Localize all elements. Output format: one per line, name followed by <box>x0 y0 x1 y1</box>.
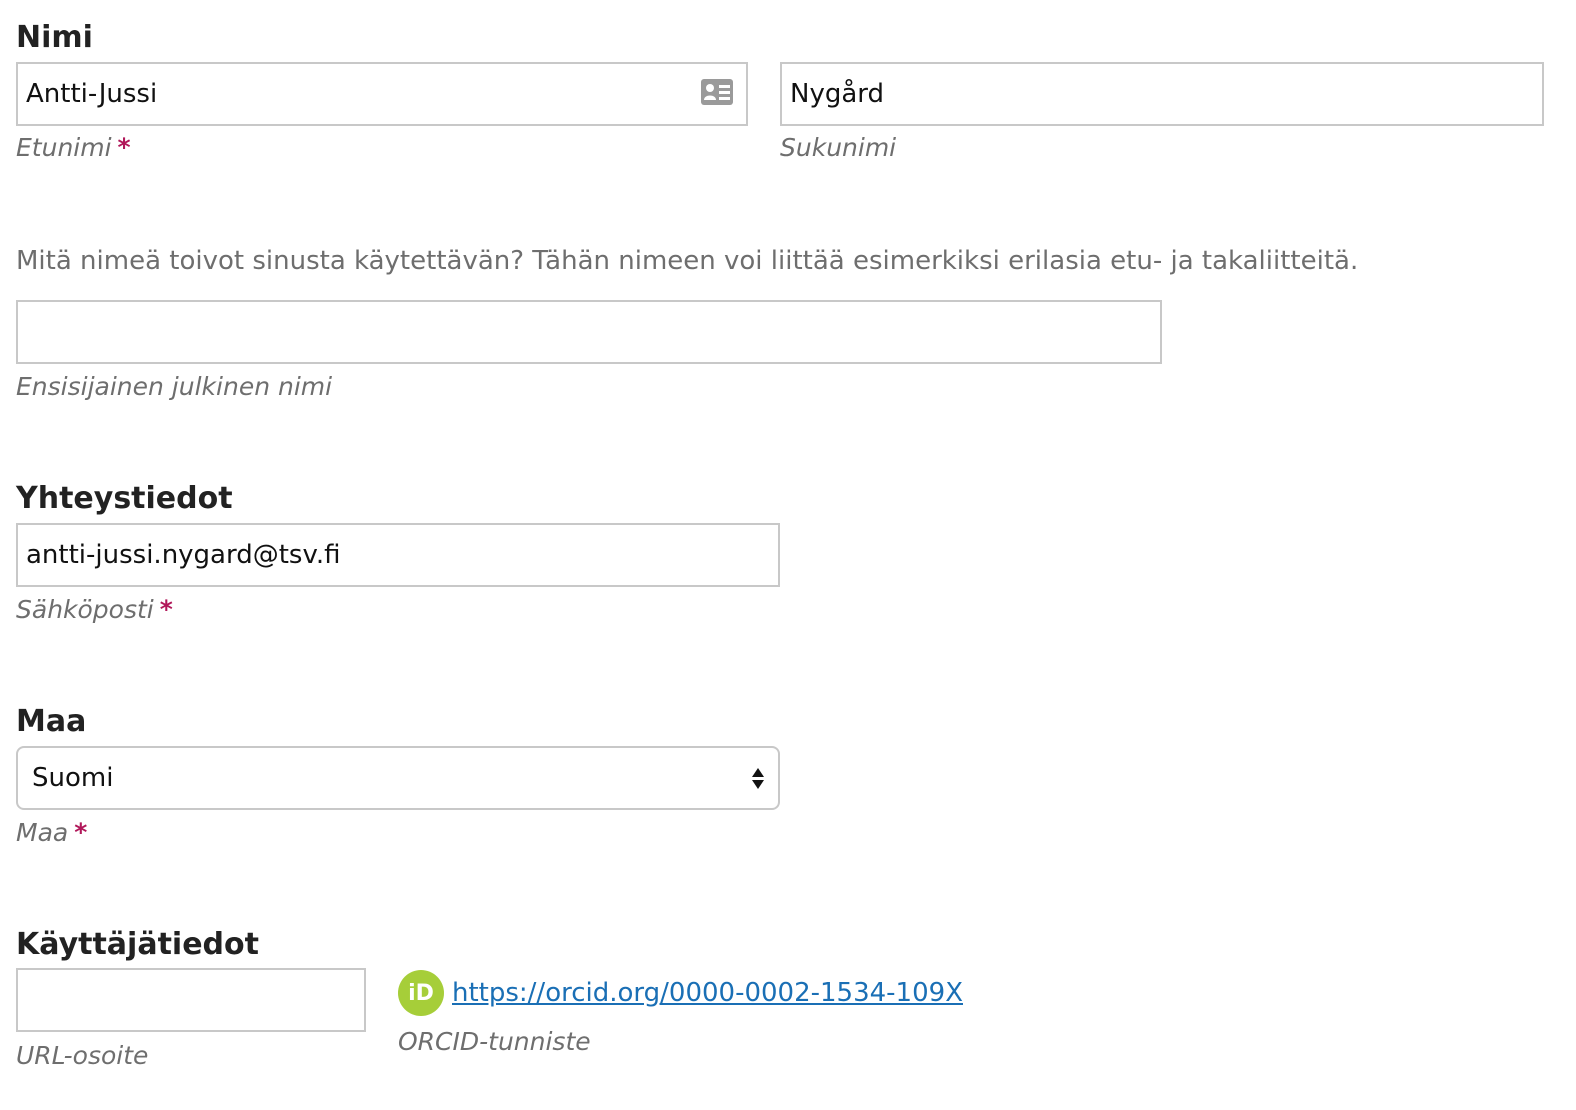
first-name-wrapper <box>16 62 748 126</box>
required-marker: * <box>159 595 173 624</box>
email-hint-text: Sähköposti <box>16 595 154 624</box>
sort-arrows-icon <box>752 767 764 789</box>
first-name-input[interactable] <box>16 62 748 126</box>
orcid-row: iD https://orcid.org/0000-0002-1534-109X <box>398 970 963 1016</box>
orcid-link[interactable]: https://orcid.org/0000-0002-1534-109X <box>452 978 963 1008</box>
email-input[interactable] <box>16 523 780 587</box>
orcid-hint: ORCID-tunniste <box>398 1027 591 1056</box>
country-hint-text: Maa <box>16 818 69 847</box>
orcid-icon: iD <box>398 970 444 1016</box>
country-select[interactable]: Suomi <box>16 746 780 810</box>
first-name-hint: Etunimi * <box>16 132 131 164</box>
email-hint: Sähköposti * <box>16 594 173 626</box>
preferred-name-input[interactable] <box>16 300 1162 364</box>
heading-nimi: Nimi <box>16 20 93 55</box>
heading-yhteystiedot: Yhteystiedot <box>16 481 233 516</box>
required-marker: * <box>117 133 131 162</box>
last-name-input[interactable] <box>780 62 1544 126</box>
url-input[interactable] <box>16 968 366 1032</box>
preferred-name-hint: Ensisijainen julkinen nimi <box>16 372 333 401</box>
heading-maa: Maa <box>16 704 87 739</box>
country-select-value: Suomi <box>32 763 114 793</box>
last-name-hint: Sukunimi <box>780 133 897 162</box>
contact-card-icon[interactable] <box>700 78 734 110</box>
first-name-hint-text: Etunimi <box>16 133 112 162</box>
url-hint: URL-osoite <box>16 1041 149 1070</box>
preferred-name-description: Mitä nimeä toivot sinusta käytettävän? T… <box>16 246 1359 276</box>
heading-kayttajatiedot: Käyttäjätiedot <box>16 927 259 962</box>
country-hint: Maa * <box>16 817 87 849</box>
required-marker: * <box>74 818 88 847</box>
